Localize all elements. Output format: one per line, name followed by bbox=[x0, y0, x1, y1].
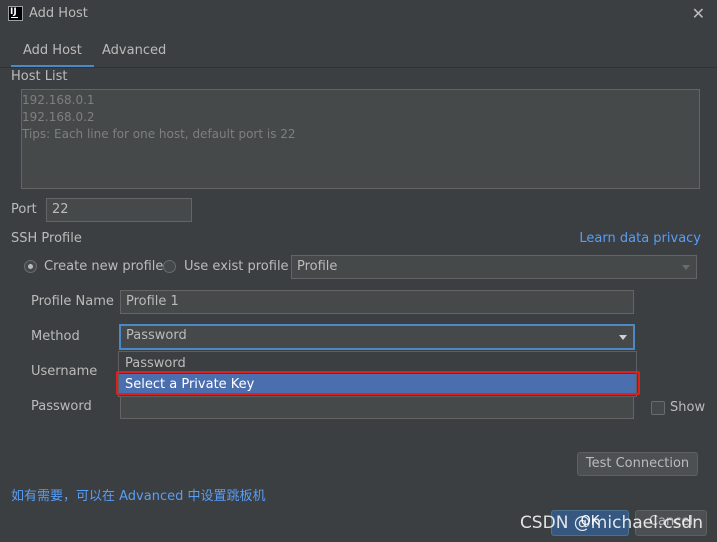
ssh-profile-label: SSH Profile bbox=[11, 231, 82, 246]
chevron-down-icon bbox=[619, 335, 627, 340]
host-list-textarea[interactable]: 192.168.0.1 192.168.0.2 Tips: Each line … bbox=[21, 89, 700, 189]
show-password-checkbox[interactable] bbox=[651, 401, 665, 415]
username-label: Username bbox=[31, 364, 98, 379]
host-list-placeholder-line: 192.168.0.2 bbox=[22, 110, 95, 124]
tab-advanced[interactable]: Advanced bbox=[90, 42, 178, 68]
use-exist-profile-radio[interactable] bbox=[163, 260, 176, 273]
use-exist-profile-label[interactable]: Use exist profile bbox=[184, 259, 289, 274]
password-input[interactable] bbox=[120, 395, 634, 419]
method-label: Method bbox=[31, 329, 80, 344]
method-select-value: Password bbox=[126, 328, 187, 343]
app-logo-icon: IJ bbox=[8, 6, 23, 21]
profile-select-value: Profile bbox=[297, 259, 338, 274]
profile-name-label: Profile Name bbox=[31, 294, 114, 309]
close-icon[interactable]: ✕ bbox=[692, 4, 705, 23]
profile-name-input[interactable]: Profile 1 bbox=[120, 290, 634, 314]
create-profile-label[interactable]: Create new profile bbox=[44, 259, 163, 274]
learn-privacy-link[interactable]: Learn data privacy bbox=[579, 231, 701, 246]
tab-divider bbox=[0, 67, 717, 68]
method-select[interactable]: Password bbox=[119, 324, 635, 350]
csdn-watermark: CSDN @michael.csdn bbox=[519, 513, 703, 533]
highlight-annotation-box bbox=[116, 371, 640, 395]
window-title: Add Host bbox=[29, 6, 88, 21]
create-profile-radio[interactable] bbox=[24, 260, 37, 273]
port-input[interactable]: 22 bbox=[46, 198, 192, 222]
tab-add-host[interactable]: Add Host bbox=[11, 42, 94, 68]
host-list-label: Host List bbox=[11, 69, 68, 84]
host-list-placeholder-line: Tips: Each line for one host, default po… bbox=[22, 127, 296, 141]
host-list-placeholder-line: 192.168.0.1 bbox=[22, 93, 95, 107]
test-connection-button[interactable]: Test Connection bbox=[577, 452, 698, 476]
port-label: Port bbox=[11, 202, 37, 217]
show-password-label[interactable]: Show bbox=[670, 400, 705, 415]
chevron-down-icon bbox=[682, 265, 690, 270]
profile-select[interactable]: Profile bbox=[291, 255, 697, 279]
password-label: Password bbox=[31, 399, 92, 414]
advanced-hint-text: 如有需要，可以在 Advanced 中设置跳板机 bbox=[11, 489, 266, 504]
